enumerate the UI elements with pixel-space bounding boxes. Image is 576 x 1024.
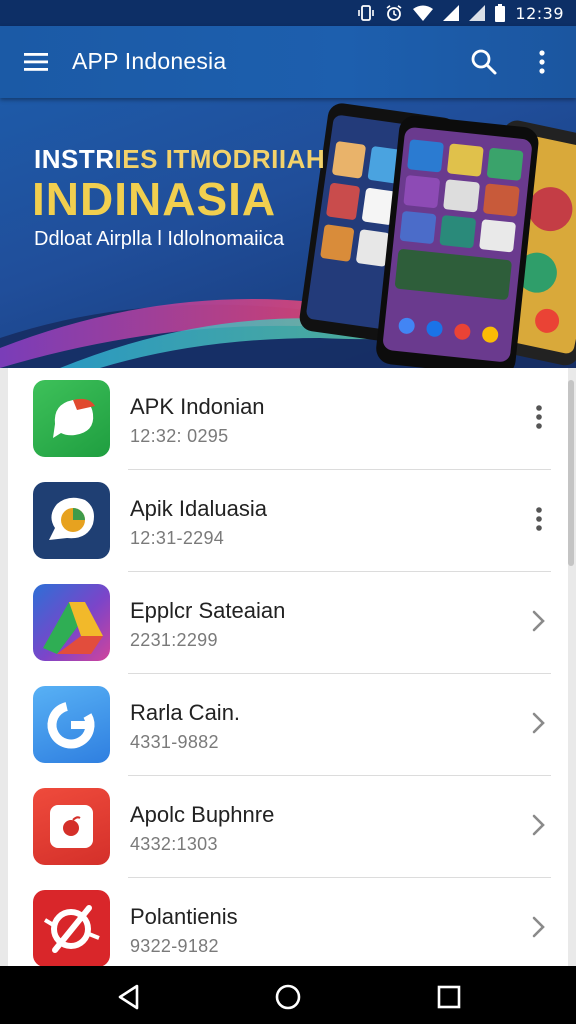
drive-app-icon bbox=[33, 584, 110, 661]
app-name: APK Indonian bbox=[130, 394, 265, 419]
app-detail: 4331-9882 bbox=[130, 732, 219, 752]
app-detail: 4332:1303 bbox=[130, 834, 218, 854]
chevron-right-icon[interactable] bbox=[526, 912, 552, 942]
banner-headline: INSTRIES ITMODRIIAH bbox=[34, 144, 326, 174]
app-name: Polantienis bbox=[130, 904, 238, 929]
chevron-right-icon[interactable] bbox=[526, 606, 552, 636]
hamburger-menu-icon[interactable] bbox=[22, 50, 52, 74]
banner-subtitle: Ddloat Airplla l Idlolnomaiica bbox=[34, 228, 285, 250]
g-app-icon bbox=[33, 686, 110, 763]
list-item[interactable]: APK Indonian 12:32: 0295 bbox=[8, 368, 568, 470]
search-icon[interactable] bbox=[470, 48, 498, 76]
more-vertical-icon[interactable] bbox=[526, 402, 552, 432]
status-time: 12:39 bbox=[515, 3, 564, 23]
chat-app-icon bbox=[33, 482, 110, 559]
chevron-right-icon[interactable] bbox=[526, 708, 552, 738]
list-item[interactable]: Epplcr Sateaian 2231:2299 bbox=[8, 572, 568, 674]
app-detail: 9322-9182 bbox=[130, 936, 219, 956]
app-name: Apik Idaluasia bbox=[130, 496, 267, 521]
alarm-icon bbox=[386, 5, 402, 21]
app-bar: APP Indonesia bbox=[0, 26, 576, 98]
scrollbar[interactable] bbox=[568, 380, 574, 566]
home-circle-icon[interactable] bbox=[273, 982, 303, 1012]
list-item[interactable]: Apik Idaluasia 12:31-2294 bbox=[8, 470, 568, 572]
navigation-bar bbox=[0, 966, 576, 1024]
signal-icon bbox=[469, 5, 486, 21]
app-detail: 12:32: 0295 bbox=[130, 426, 229, 446]
wifi-icon bbox=[413, 5, 434, 21]
app-detail: 12:31-2294 bbox=[130, 528, 225, 548]
back-triangle-icon[interactable] bbox=[114, 982, 144, 1012]
app-name: Epplcr Sateaian bbox=[130, 598, 286, 623]
vibrate-icon bbox=[358, 5, 375, 21]
list-item[interactable]: Apolc Buphnre 4332:1303 bbox=[8, 776, 568, 878]
more-vertical-icon[interactable] bbox=[526, 504, 552, 534]
status-bar: 12:39 bbox=[0, 0, 576, 26]
app-list: APK Indonian 12:32: 0295 Apik Idaluasia … bbox=[8, 368, 568, 966]
signal-icon bbox=[443, 5, 460, 21]
app-name: Apolc Buphnre bbox=[130, 802, 275, 827]
recents-square-icon[interactable] bbox=[434, 982, 464, 1012]
app-name: Rarla Cain. bbox=[130, 700, 241, 725]
app-detail: 2231:2299 bbox=[130, 630, 218, 650]
battery-icon bbox=[495, 4, 506, 22]
no-symbol-app-icon bbox=[33, 890, 110, 966]
more-vertical-icon[interactable] bbox=[532, 48, 552, 76]
promo-banner[interactable]: INSTRIES ITMODRIIAH INDINASIA Ddloat Air… bbox=[0, 98, 576, 368]
camera-app-icon bbox=[33, 788, 110, 865]
list-item[interactable]: Rarla Cain. 4331-9882 bbox=[8, 674, 568, 776]
banner-title: INDINASIA bbox=[32, 173, 277, 225]
list-item[interactable]: Polantienis 9322-9182 bbox=[8, 878, 568, 966]
app-title: APP Indonesia bbox=[72, 48, 227, 74]
chevron-right-icon[interactable] bbox=[526, 810, 552, 840]
messenger-app-icon bbox=[33, 380, 110, 457]
